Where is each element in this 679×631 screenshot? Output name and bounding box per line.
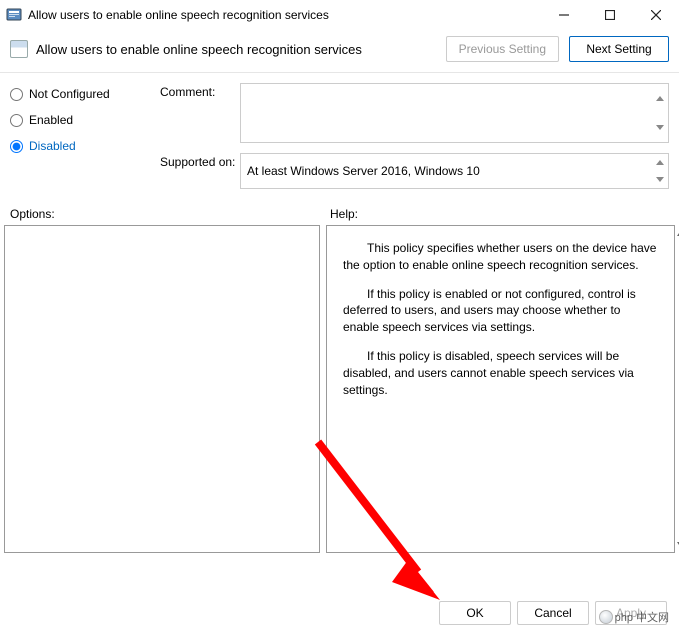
help-scrollbar[interactable] bbox=[674, 226, 679, 552]
chevron-up-icon bbox=[656, 160, 664, 165]
radio-disabled-label: Disabled bbox=[29, 139, 76, 153]
chevron-down-icon bbox=[656, 125, 664, 130]
policy-icon bbox=[10, 40, 28, 58]
radio-not-configured-input[interactable] bbox=[10, 88, 23, 101]
help-paragraph-3: If this policy is disabled, speech servi… bbox=[343, 348, 658, 398]
chevron-down-icon bbox=[656, 177, 664, 182]
radio-enabled-input[interactable] bbox=[10, 114, 23, 127]
window-title: Allow users to enable online speech reco… bbox=[28, 8, 541, 22]
radio-disabled-input[interactable] bbox=[10, 140, 23, 153]
ok-button[interactable]: OK bbox=[439, 601, 511, 625]
comment-scroll-down[interactable] bbox=[652, 113, 668, 142]
scroll-up-button[interactable] bbox=[674, 226, 679, 240]
radio-not-configured[interactable]: Not Configured bbox=[10, 87, 140, 101]
titlebar: Allow users to enable online speech reco… bbox=[0, 0, 679, 30]
options-label: Options: bbox=[10, 207, 330, 221]
next-setting-button[interactable]: Next Setting bbox=[569, 36, 669, 62]
watermark: php 中文网 bbox=[599, 609, 669, 625]
help-panel: This policy specifies whether users on t… bbox=[326, 225, 675, 553]
radio-not-configured-label: Not Configured bbox=[29, 87, 110, 101]
watermark-text: php 中文网 bbox=[615, 609, 669, 625]
cancel-button[interactable]: Cancel bbox=[517, 601, 589, 625]
maximize-button[interactable] bbox=[587, 0, 633, 30]
previous-setting-button[interactable]: Previous Setting bbox=[446, 36, 559, 62]
panels: This policy specifies whether users on t… bbox=[0, 225, 679, 553]
watermark-icon bbox=[599, 610, 613, 624]
supported-scroll-down[interactable] bbox=[652, 171, 668, 188]
fields: Comment: Supported on: At least Windows … bbox=[160, 83, 669, 199]
help-paragraph-2: If this policy is enabled or not configu… bbox=[343, 286, 658, 336]
supported-scroll-up[interactable] bbox=[652, 154, 668, 171]
supported-label: Supported on: bbox=[160, 153, 240, 169]
comment-label: Comment: bbox=[160, 83, 240, 99]
comment-scroll-up[interactable] bbox=[652, 84, 668, 113]
supported-value: At least Windows Server 2016, Windows 10 bbox=[247, 164, 480, 178]
upper-section: Not Configured Enabled Disabled Comment:… bbox=[0, 73, 679, 199]
minimize-button[interactable] bbox=[541, 0, 587, 30]
close-button[interactable] bbox=[633, 0, 679, 30]
help-paragraph-1: This policy specifies whether users on t… bbox=[343, 240, 658, 274]
header: Allow users to enable online speech reco… bbox=[0, 30, 679, 73]
policy-title: Allow users to enable online speech reco… bbox=[36, 42, 446, 57]
state-radio-group: Not Configured Enabled Disabled bbox=[10, 83, 140, 199]
supported-field: At least Windows Server 2016, Windows 10 bbox=[240, 153, 669, 189]
radio-disabled[interactable]: Disabled bbox=[10, 139, 140, 153]
help-label: Help: bbox=[330, 207, 358, 221]
comment-field[interactable] bbox=[240, 83, 669, 143]
chevron-up-icon bbox=[656, 96, 664, 101]
scroll-down-button[interactable] bbox=[674, 538, 679, 552]
radio-enabled-label: Enabled bbox=[29, 113, 73, 127]
app-icon bbox=[6, 7, 22, 23]
radio-enabled[interactable]: Enabled bbox=[10, 113, 140, 127]
mid-labels: Options: Help: bbox=[0, 199, 679, 225]
options-panel bbox=[4, 225, 320, 553]
